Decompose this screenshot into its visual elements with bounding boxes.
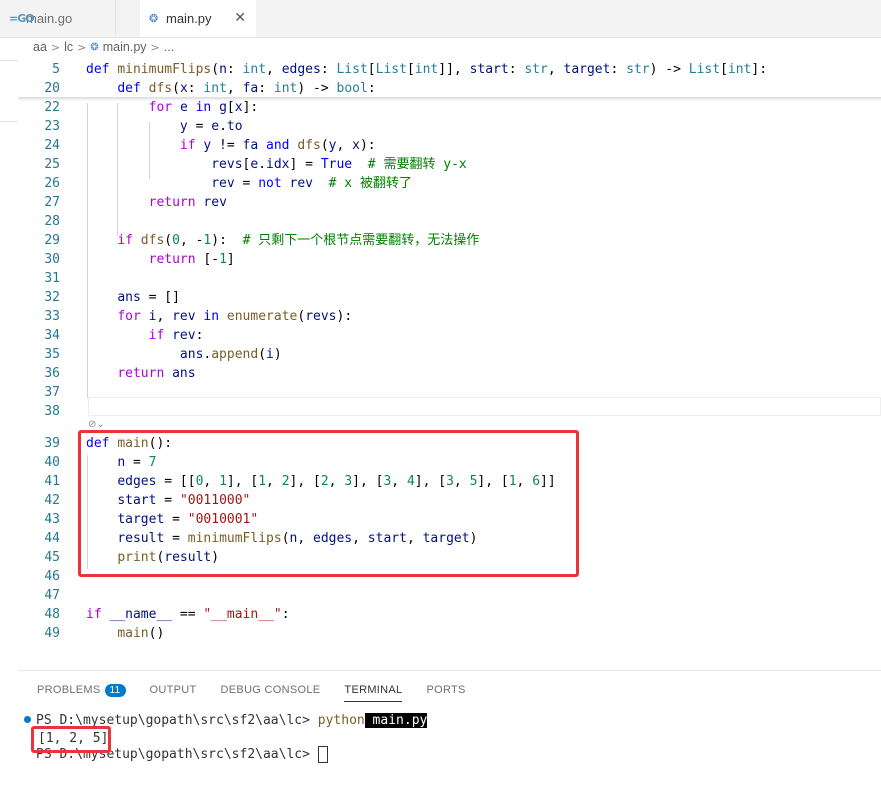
go-file-icon: =GO [9, 12, 35, 25]
tab-label: main.py [166, 11, 212, 26]
python-file-icon: ❂ [90, 41, 99, 53]
breadcrumb-item[interactable]: aa [33, 40, 47, 54]
code-line: 30 return [-1] [44, 252, 235, 267]
highlight-box-output [31, 726, 111, 753]
tab-main-go[interactable]: =GO main.go [0, 0, 116, 37]
code-line: 28 [44, 214, 60, 229]
python-file-icon: ❂ [149, 12, 159, 25]
current-line-highlight [88, 397, 881, 416]
code-line: 49 main() [44, 626, 165, 641]
code-line: 24 if y != fa and dfs(y, x): [44, 138, 376, 153]
chevron-right-icon: > [50, 40, 61, 54]
code-line: 47 [44, 588, 60, 603]
breadcrumb-item[interactable]: ... [164, 40, 174, 54]
tab-output[interactable]: OUTPUT [150, 684, 197, 696]
code-line: 32 ans = [] [44, 290, 180, 305]
tab-terminal[interactable]: TERMINAL [344, 684, 403, 702]
panel-divider [18, 670, 881, 671]
code-line: 29 if dfs(0, -1): # 只剩下一个根节点需要翻转，无法操作 [44, 233, 480, 248]
tab-main-py[interactable]: ❂ main.py ✕ [140, 0, 256, 37]
tab-debug-console[interactable]: DEBUG CONSOLE [221, 684, 321, 696]
sticky-scroll-line[interactable]: 5 def minimumFlips(n: int, edges: List[Li… [18, 60, 881, 79]
command-status-dot-icon [24, 716, 31, 723]
close-icon[interactable]: ✕ [234, 10, 246, 26]
sticky-scroll-shadow [18, 97, 881, 101]
code-line: 35 ans.append(i) [44, 347, 282, 362]
breadcrumb-item[interactable]: main.py [103, 40, 147, 54]
sticky-scroll-line[interactable]: 20 def dfs(x: int, fa: int) -> bool: [18, 79, 881, 98]
code-lens-icon[interactable]: ⊘⌄ [88, 419, 105, 430]
code-line: 31 [44, 271, 60, 286]
code-line: 27 return rev [44, 195, 227, 210]
code-line: 26 rev = not rev # x 被翻转了 [44, 176, 412, 191]
breadcrumb-item[interactable]: lc [64, 40, 73, 54]
tab-problems[interactable]: PROBLEMS 11 [37, 683, 126, 697]
highlight-box-main [78, 430, 579, 577]
code-line: 34 if rev: [44, 328, 204, 343]
code-line: 36 return ans [44, 366, 196, 381]
panel-tabs: PROBLEMS 11 OUTPUT DEBUG CONSOLE TERMINAL… [37, 680, 490, 702]
terminal-cursor [317, 746, 328, 763]
code-line: 48 if __name__ == "__main__": [44, 607, 290, 622]
editor-tab-bar: =GO main.go ❂ main.py ✕ [0, 0, 881, 38]
gutter-divider [0, 60, 18, 61]
gutter-divider [0, 121, 18, 122]
breadcrumb: aa > lc > ❂ main.py > ... [33, 38, 174, 56]
chevron-right-icon: > [150, 40, 160, 54]
code-line: 23 y = e.to [44, 119, 243, 134]
code-line: 25 revs[e.idx] = True # 需要翻转 y-x [44, 157, 467, 172]
code-line: 33 for i, rev in enumerate(revs): [44, 309, 353, 324]
tab-ports[interactable]: PORTS [426, 684, 465, 696]
chevron-right-icon: > [77, 40, 87, 54]
code-editor[interactable]: 22 for e in g[x]: 23 y = e.to 24 if y !=… [18, 60, 881, 670]
problems-count-badge: 11 [104, 683, 126, 697]
